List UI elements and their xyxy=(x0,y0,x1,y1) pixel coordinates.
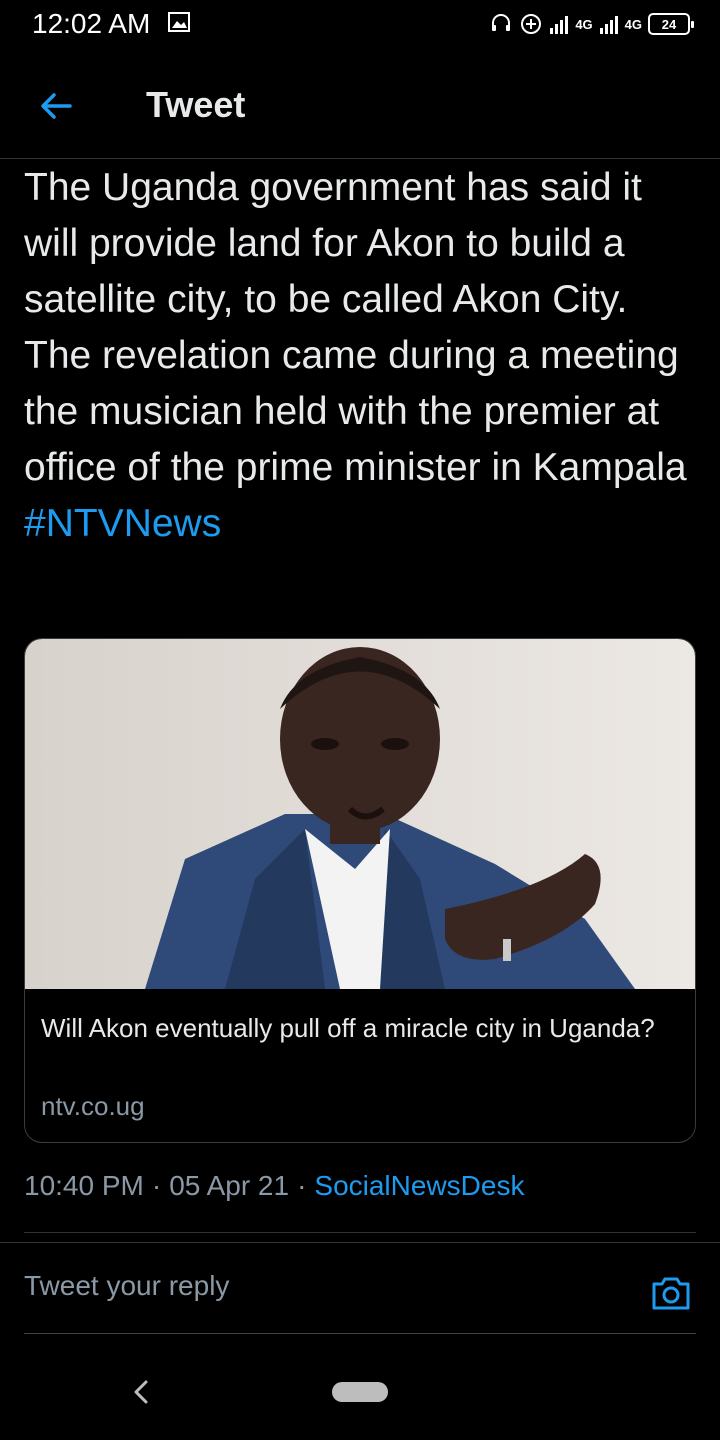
card-domain: ntv.co.ug xyxy=(41,1091,145,1121)
article-photo xyxy=(25,639,695,989)
back-arrow-icon[interactable] xyxy=(34,84,78,128)
status-time: 12:02 AM xyxy=(32,8,151,39)
meta-separator: · xyxy=(151,1170,162,1201)
tweet-date: 05 Apr 21 xyxy=(169,1170,290,1201)
battery-icon: 24 xyxy=(648,13,694,35)
tweet-time: 10:40 PM xyxy=(24,1170,144,1201)
data-saver-icon xyxy=(521,14,542,34)
status-icons: 4G 4G 24 xyxy=(489,8,694,40)
camera-icon[interactable] xyxy=(650,1272,692,1314)
meta-separator: · xyxy=(297,1170,307,1201)
image-notification-icon xyxy=(168,12,190,32)
card-title: Will Akon eventually pull off a miracle … xyxy=(41,1013,655,1043)
tweet-source-link[interactable]: SocialNewsDesk xyxy=(314,1170,524,1202)
headset-icon xyxy=(492,14,511,31)
divider xyxy=(24,1232,696,1233)
hashtag-link[interactable]: #NTVNews xyxy=(24,502,221,545)
network-type-1: 4G xyxy=(575,16,593,32)
network-type-2: 4G xyxy=(624,16,642,32)
signal-icon-2 xyxy=(599,16,618,34)
battery-level: 24 xyxy=(661,16,677,32)
signal-icon xyxy=(550,16,569,34)
page-title: Tweet xyxy=(146,84,246,125)
reply-input[interactable]: Tweet your reply xyxy=(24,1270,229,1302)
nav-home-pill[interactable] xyxy=(332,1382,388,1402)
app-bar: Tweet xyxy=(0,58,720,159)
tweet-text: The Uganda government has said it will p… xyxy=(24,160,696,552)
tweet-meta: 10:40 PM · 05 Apr 21 · SocialNewsDesk xyxy=(24,1170,524,1202)
status-bar: 12:02 AM 4G 4G 24 xyxy=(0,0,720,50)
divider xyxy=(24,1333,696,1334)
divider xyxy=(0,1242,720,1243)
link-preview-card[interactable]: Will Akon eventually pull off a miracle … xyxy=(24,638,696,1143)
tweet-body: The Uganda government has said it will p… xyxy=(24,166,687,489)
nav-back-icon[interactable] xyxy=(128,1376,152,1408)
